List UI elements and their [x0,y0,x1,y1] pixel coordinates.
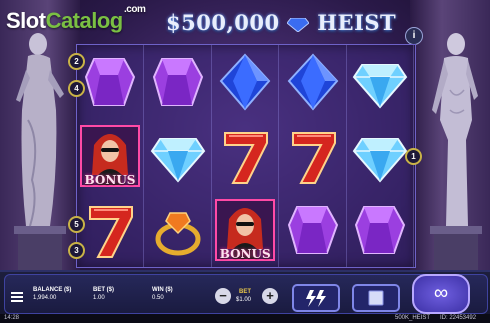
reel-area: BONUS BONUS [76,44,416,268]
stop-button[interactable] [352,284,400,312]
left-statue [14,33,66,270]
red-seven-icon [224,132,269,184]
bet-decrease-button[interactable]: − [215,288,231,304]
bonus-label: BONUS [219,247,271,261]
reel-2 [145,45,212,267]
symbol-bonus-lady: BONUS [212,193,278,267]
logo-amount: $500,000 [166,10,280,35]
bet-stat-value: 1.00 [93,295,105,301]
center-bet-value: $1.00 [236,297,252,303]
line-marker-left-2: 4 [68,80,85,97]
symbol-diamond [145,119,211,193]
symbol-blue-gem [212,45,278,119]
purple-gem-icon [152,58,203,106]
bet-increase-button[interactable]: + [262,288,278,304]
watermark-catalog: Catalog [45,8,124,33]
symbol-purple-gem [280,193,346,267]
reel-3: BONUS [212,45,280,267]
red-seven-icon [89,206,133,258]
bet-stat-label: BET ($) [93,287,114,293]
watermark-slot: Slot [6,8,46,33]
diamond-icon [353,64,408,109]
symbol-purple-gem [145,45,211,119]
center-bet-label: BET [239,289,251,295]
balance-value: 1,994.00 [33,295,57,301]
purple-gem-icon [355,206,406,254]
symbol-purple-gem [77,45,143,119]
menu-icon[interactable] [11,290,23,304]
lightning-icon [306,290,326,307]
logo-heist: HEIST [317,10,397,35]
symbol-diamond [347,45,413,119]
symbol-purple-gem [347,193,413,267]
line-marker-left-4: 3 [68,242,85,259]
line-marker-right-1: 1 [405,148,422,165]
symbol-red-seven [77,193,143,267]
footer-bar: 14:28 500K_HEIST ID: 22453492 [0,314,490,323]
game-logo: $500,000 HEIST [166,10,396,35]
symbol-diamond [347,119,413,193]
symbol-gold-ring [145,193,211,267]
gold-ring-icon [155,212,201,256]
diamond-icon [150,138,205,183]
info-button[interactable]: i [405,27,423,45]
blue-gem-icon [219,53,271,111]
turbo-button[interactable] [292,284,340,312]
line-marker-left-1: 2 [68,53,85,70]
purple-gem-icon [84,58,136,106]
autoplay-spin-button[interactable]: ∞ [412,274,470,314]
symbol-blue-gem [280,45,346,119]
symbol-red-seven [212,119,278,193]
win-value: 0.50 [152,295,164,301]
win-label: WIN ($) [152,287,173,293]
footer-id: ID: 22453492 [440,315,477,321]
footer-time: 14:28 [4,315,20,321]
slotcatalog-watermark: SlotCatalog .com [6,4,146,34]
logo-gem-icon [287,17,310,32]
right-statue [430,33,482,270]
reel-1: BONUS [77,45,144,267]
symbol-red-seven [280,119,346,193]
blue-gem-icon [287,53,339,111]
diamond-icon [353,138,408,183]
square-icon [368,290,384,306]
watermark-com: .com [124,4,146,15]
footer-game-name: 500K_HEIST [395,315,431,321]
bonus-label: BONUS [84,173,136,187]
purple-gem-icon [287,206,338,254]
line-marker-left-3: 5 [68,216,85,233]
symbol-bonus-lady: BONUS [77,119,143,193]
balance-label: BALANCE ($) [33,287,72,293]
reel-4 [280,45,347,267]
red-seven-icon [291,132,336,184]
